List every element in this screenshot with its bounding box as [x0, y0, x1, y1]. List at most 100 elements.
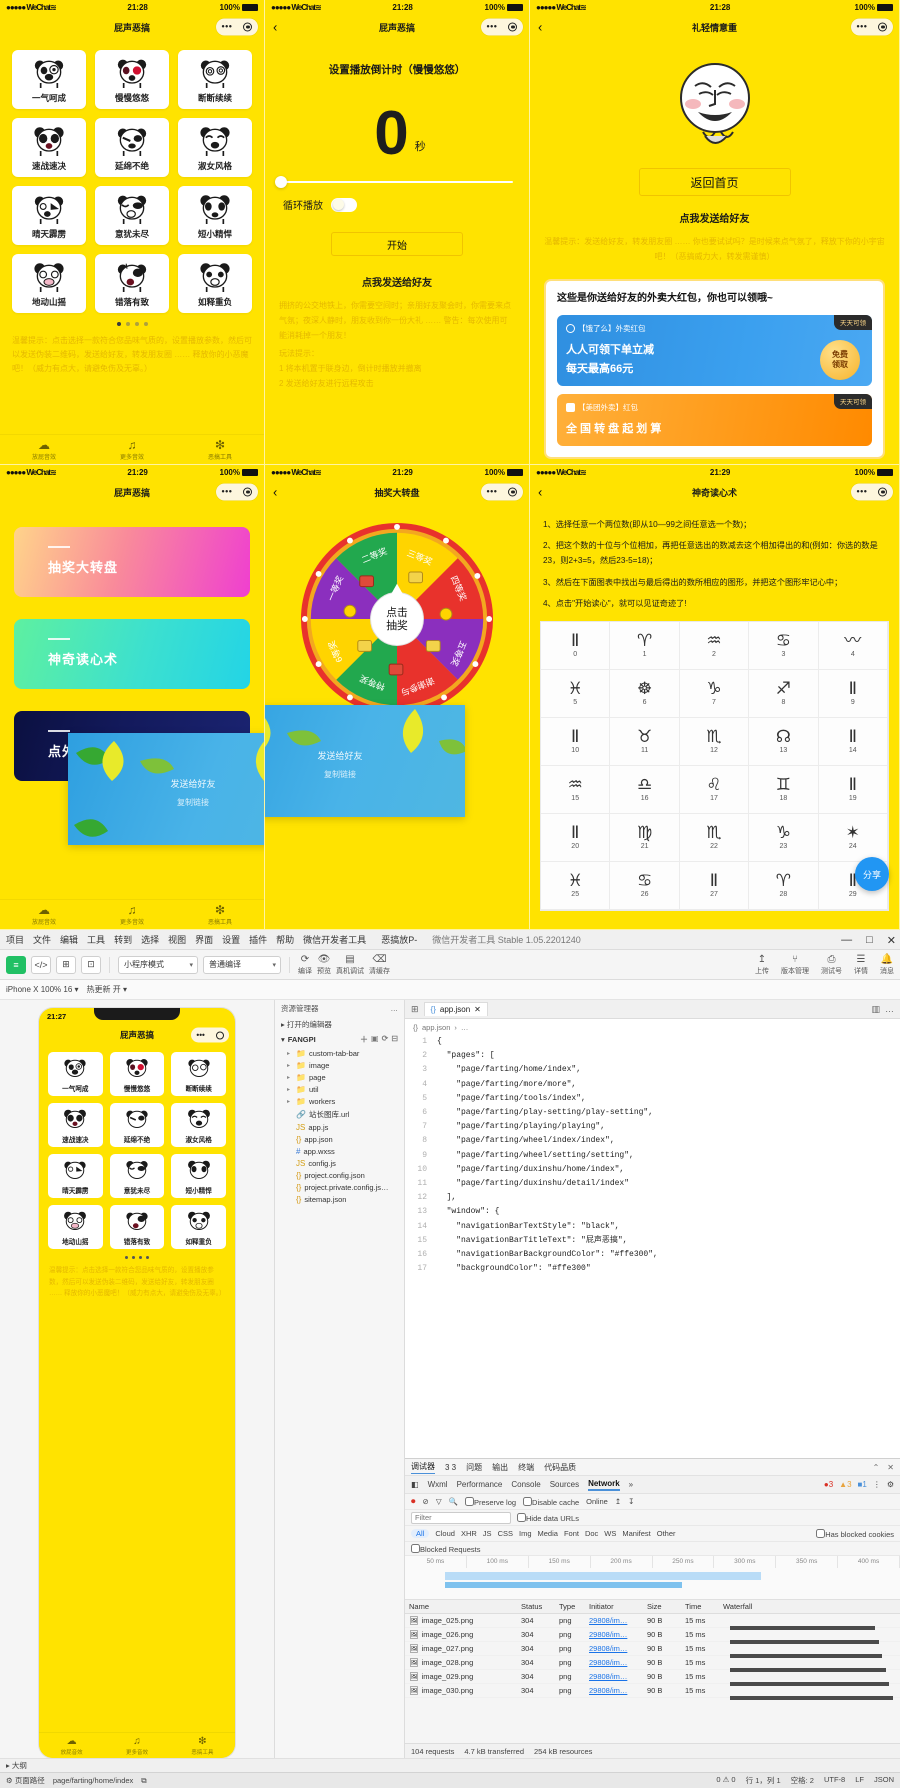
explorer-item-folder[interactable]: ▸ 📁 workers [275, 1095, 404, 1107]
more-icon[interactable]: ••• [196, 1031, 204, 1039]
wechat-capsule[interactable]: ••• [851, 483, 893, 501]
explorer-item-json[interactable]: {} app.json [275, 1133, 404, 1145]
sim-sound-card[interactable]: 地动山摇 [48, 1205, 103, 1249]
explorer-item-json[interactable]: {} project.config.json [275, 1169, 404, 1181]
real-device-debug-button[interactable]: ▤ 真机调试 [336, 954, 364, 976]
back-home-button[interactable]: 返回首页 [638, 168, 791, 196]
details-button[interactable]: ☰ 详情 [854, 954, 868, 976]
tab-performance[interactable]: Performance [457, 1480, 503, 1489]
loop-toggle[interactable] [331, 197, 357, 212]
type-img[interactable]: Img [519, 1529, 532, 1538]
sim-sound-card[interactable]: 一气呵成 [48, 1052, 103, 1096]
explorer-item-folder[interactable]: ▸ 📁 page [275, 1071, 404, 1083]
menu-help[interactable]: 帮助 [276, 933, 294, 946]
page-path-value[interactable]: page/farting/home/index [53, 1776, 133, 1785]
share-overlay-image[interactable]: 发送给好友 复制链接 [68, 733, 264, 845]
type-font[interactable]: Font [564, 1529, 579, 1538]
share-overlay-image[interactable]: 发送给好友 复制链接 [265, 705, 465, 817]
dot[interactable] [125, 322, 130, 326]
col-waterfall[interactable]: Waterfall [723, 1602, 900, 1611]
sound-card[interactable]: 淑女风格 [178, 118, 252, 177]
visual-toggle-button[interactable]: ⊡ [81, 955, 101, 974]
sound-card[interactable]: 速战速决 [12, 118, 86, 177]
debugger-tab[interactable]: 调试器 [411, 1461, 435, 1474]
preview-button[interactable]: 👁 预览 [317, 954, 331, 976]
sim-sound-card[interactable]: 断断续续 [171, 1052, 226, 1096]
messages-button[interactable]: 🔔 消息 [880, 954, 894, 976]
overlay-send-label[interactable]: 发送给好友 [265, 749, 465, 762]
type-manifest[interactable]: Manifest [622, 1529, 650, 1538]
sound-card[interactable]: 地动山摇 [12, 254, 86, 313]
search-icon[interactable]: 🔍 [449, 1497, 458, 1506]
explorer-more-icon[interactable]: … [391, 1004, 399, 1013]
version-control-button[interactable]: ⑂ 版本管理 [781, 954, 809, 976]
close-target-icon[interactable] [878, 22, 888, 32]
preserve-log-checkbox[interactable]: Preserve log [464, 1496, 516, 1507]
type-js[interactable]: JS [483, 1529, 492, 1538]
test-account-button[interactable]: ⎙ 测试号 [821, 954, 842, 976]
error-badge[interactable]: ●3 [824, 1480, 833, 1489]
sound-card[interactable]: 一气呵成 [12, 50, 86, 109]
table-row[interactable]: 🖼 image_030.png 304 png 29808/im… 90 B 15 ms [405, 1684, 900, 1700]
close-target-icon[interactable] [508, 487, 518, 497]
copy-path-icon[interactable]: ⧉ [141, 1776, 146, 1786]
sound-card[interactable]: 延绵不绝 [95, 118, 169, 177]
sound-card[interactable]: 晴天霹雳 [12, 186, 86, 245]
explorer-item-json[interactable]: {} sitemap.json [275, 1193, 404, 1205]
sound-card[interactable]: 如释重负 [178, 254, 252, 313]
explorer-item-wxss[interactable]: # app.wxss [275, 1145, 404, 1157]
has-blocked-cookies-checkbox[interactable]: Has blocked cookies [816, 1528, 894, 1539]
device-select[interactable]: iPhone X 100% 16 ▾ [6, 985, 79, 994]
minimize-button[interactable]: — [841, 934, 852, 946]
warning-badge[interactable]: ▲3 [839, 1480, 851, 1489]
table-row[interactable]: 🖼 image_026.png 304 png 29808/im… 90 B 15 ms [405, 1628, 900, 1644]
cursor-position[interactable]: 行 1，列 1 [746, 1775, 781, 1786]
sim-sound-card[interactable]: 意犹未尽 [109, 1154, 165, 1198]
language-mode[interactable]: JSON [874, 1775, 894, 1786]
menu-edit[interactable]: 编辑 [60, 933, 78, 946]
explorer-item-link[interactable]: 🔗 站长图库.url [275, 1107, 404, 1121]
disable-cache-checkbox[interactable]: Disable cache [523, 1496, 579, 1507]
ad-card[interactable]: 这些是你送给好友的外卖大红包，你也可以领哦~ 天天可领 【饿了么】外卖红包 人人… [544, 278, 885, 459]
menu-select[interactable]: 选择 [141, 933, 159, 946]
back-icon[interactable]: ‹ [273, 21, 277, 34]
tab-more-sounds[interactable]: ♫ 更多音效 [88, 900, 176, 929]
indentation[interactable]: 空格: 2 [791, 1775, 814, 1786]
close-target-icon[interactable] [215, 1031, 224, 1039]
tab-wxml[interactable]: Wxml [428, 1480, 448, 1489]
hide-data-urls-checkbox[interactable]: Hide data URLs [517, 1512, 579, 1523]
share-fab-button[interactable]: 分享 [855, 857, 889, 891]
back-icon[interactable]: ‹ [273, 486, 277, 499]
type-media[interactable]: Media [538, 1529, 558, 1538]
sound-card[interactable]: 短小精悍 [178, 186, 252, 245]
tab-sound-effects[interactable]: ☁ 放屁音效 [0, 435, 88, 464]
wechat-capsule[interactable]: ••• [481, 18, 523, 36]
close-icon[interactable]: ✕ [474, 1005, 481, 1014]
tab-network[interactable]: Network [588, 1479, 620, 1491]
close-button[interactable]: ✕ [887, 934, 896, 947]
outline-toggle[interactable]: ▸ 大纲 [6, 1760, 27, 1771]
editor-tab-appjson[interactable]: {} app.json ✕ [423, 1002, 488, 1016]
dot[interactable] [134, 322, 139, 326]
encoding[interactable]: UTF-8 [824, 1775, 845, 1786]
table-row[interactable]: 🖼 image_029.png 304 png 29808/im… 90 B 15 ms [405, 1670, 900, 1686]
table-row[interactable]: 🖼 image_028.png 304 png 29808/im… 90 B 15 ms [405, 1656, 900, 1672]
start-button[interactable]: 开始 [331, 232, 463, 256]
output-tab[interactable]: 输出 [492, 1462, 508, 1473]
more-icon[interactable]: ••• [857, 22, 868, 32]
overlay-copy-label[interactable]: 复制链接 [265, 769, 465, 780]
explorer-actions[interactable]: ＋ ▣ ⟳ ⊟ [360, 1034, 398, 1045]
type-xhr[interactable]: XHR [461, 1529, 477, 1538]
tab-more-sounds[interactable]: ♫ 更多音效 [88, 435, 176, 464]
record-icon[interactable]: ⏺ [411, 1496, 416, 1507]
sound-card[interactable]: 意犹未尽 [95, 186, 169, 245]
menu-tools[interactable]: 工具 [87, 933, 105, 946]
menu-file[interactable]: 文件 [33, 933, 51, 946]
close-target-icon[interactable] [243, 22, 253, 32]
explorer-item-json[interactable]: {} project.private.config.js… [275, 1181, 404, 1193]
sound-card[interactable]: 慢慢悠悠 [95, 50, 169, 109]
sim-capsule[interactable]: ••• [191, 1027, 229, 1043]
sim-sound-card[interactable]: 延绵不绝 [109, 1103, 165, 1147]
tile-mind-reading[interactable]: 神奇读心术 [14, 619, 250, 689]
sim-sound-card[interactable]: 如释重负 [171, 1205, 226, 1249]
